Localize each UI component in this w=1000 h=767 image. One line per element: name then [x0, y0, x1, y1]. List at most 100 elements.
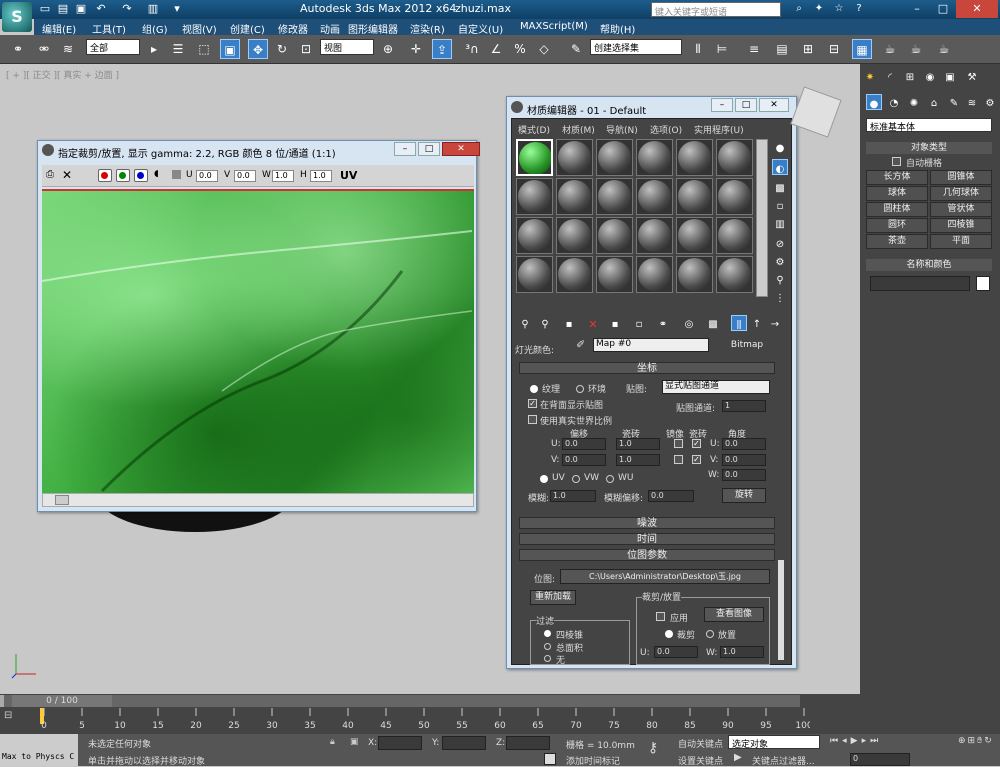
v-tile-checkbox[interactable]: ✓	[692, 455, 701, 464]
go-forward-sibling-icon[interactable]: →	[767, 315, 783, 331]
menu-create[interactable]: 创建(C)	[230, 21, 265, 36]
view-image-button[interactable]: 查看图像	[704, 607, 764, 622]
material-slot[interactable]	[716, 217, 753, 254]
motion-tab-icon[interactable]: ◉	[922, 68, 938, 84]
zoom-icon[interactable]: ⊕	[958, 736, 966, 766]
percent-snap-icon[interactable]: %	[510, 39, 530, 59]
u-tile-checkbox[interactable]: ✓	[692, 439, 701, 448]
select-by-name-icon[interactable]: ☰	[168, 39, 188, 59]
v-offset-spinner[interactable]: 0.0	[562, 454, 606, 466]
name-color-header[interactable]: 名称和颜色	[866, 259, 992, 271]
v-angle-spinner[interactable]: 0.0	[722, 454, 766, 466]
filter-pyramidal-radio[interactable]	[544, 630, 551, 637]
menu-customize[interactable]: 自定义(U)	[458, 21, 503, 36]
undo-icon[interactable]: ↶	[94, 2, 108, 16]
play-icon[interactable]: ▶	[851, 736, 858, 750]
save-icon[interactable]: ▣	[74, 2, 88, 16]
sample-type-icon[interactable]: ●	[772, 139, 788, 155]
menu-mode[interactable]: 模式(D)	[518, 123, 550, 136]
select-scale-icon[interactable]: ⊡	[296, 39, 316, 59]
binoculars-icon[interactable]: ⌕	[792, 2, 806, 16]
auto-key-button[interactable]: 自动关键点	[678, 737, 723, 750]
show-map-back-checkbox[interactable]: ✓	[528, 399, 537, 408]
menu-graph-editors[interactable]: 图形编辑器	[348, 21, 398, 36]
helpers-icon[interactable]: ✎	[946, 94, 962, 110]
zoom-all-icon[interactable]: ⊞	[968, 736, 976, 766]
backlight-icon[interactable]: ◐	[772, 159, 788, 175]
menu-edit[interactable]: 编辑(E)	[42, 21, 76, 36]
map-type-button[interactable]: Bitmap	[716, 338, 778, 352]
bitmap-params-rollout-header[interactable]: 位图参数	[519, 549, 775, 561]
x-coord-field[interactable]	[378, 736, 422, 750]
pan-icon[interactable]: ✋︎	[977, 736, 982, 766]
print-icon[interactable]: ⎙	[46, 169, 54, 180]
menu-utilities[interactable]: 实用程序(U)	[694, 123, 744, 136]
u-tiling-spinner[interactable]: 1.0	[616, 438, 660, 450]
texture-radio[interactable]	[530, 385, 538, 393]
pivot-center-icon[interactable]: ⊕	[378, 39, 398, 59]
sphere-button[interactable]: 球体	[866, 186, 928, 201]
z-coord-field[interactable]	[506, 736, 550, 750]
minimize-button[interactable]: –	[394, 142, 416, 156]
unlink-icon[interactable]: ⚮	[34, 39, 54, 59]
show-end-result-icon[interactable]: ⫼	[731, 315, 747, 331]
material-slot[interactable]	[676, 217, 713, 254]
menu-views[interactable]: 视图(V)	[182, 21, 217, 36]
box-button[interactable]: 长方体	[866, 170, 928, 185]
cone-button[interactable]: 圆锥体	[930, 170, 992, 185]
u-field[interactable]: 0.0	[196, 170, 218, 182]
options-icon[interactable]: ⚙	[772, 253, 788, 269]
set-key-filter-icon[interactable]: ▶	[734, 752, 742, 763]
window-crossing-icon[interactable]: ▣	[220, 39, 240, 59]
slot-scrollbar[interactable]	[756, 139, 768, 297]
wu-radio[interactable]	[606, 475, 614, 483]
crop-u-spinner[interactable]: 0.0	[654, 646, 698, 658]
teapot-button[interactable]: 茶壶	[866, 234, 928, 249]
blur-spinner[interactable]: 1.0	[550, 490, 596, 502]
open-file-icon[interactable]: ▤	[56, 2, 70, 16]
minimize-button[interactable]: –	[711, 98, 733, 112]
schematic-view-icon[interactable]: ⊟	[824, 39, 844, 59]
time-rollout-header[interactable]: 时间	[519, 533, 775, 545]
select-object-icon[interactable]: ▸	[144, 39, 164, 59]
noise-rollout-header[interactable]: 噪波	[519, 517, 775, 529]
bitmap-path-button[interactable]: C:\Users\Administrator\Desktop\玉.jpg	[560, 569, 770, 584]
put-to-library-icon[interactable]: ⚭	[655, 315, 671, 331]
material-slot[interactable]	[516, 256, 553, 293]
frame-counter[interactable]: 0 / 100	[12, 695, 112, 707]
project-folder-icon[interactable]: ▥	[146, 2, 160, 16]
curve-editor-icon[interactable]: ⊞	[798, 39, 818, 59]
previous-frame-icon[interactable]: ◂	[842, 736, 847, 750]
star-icon[interactable]: ☆	[832, 2, 846, 16]
close-button[interactable]: ✕	[956, 0, 998, 18]
clear-icon[interactable]: ✕	[62, 168, 72, 182]
torus-button[interactable]: 圆环	[866, 218, 928, 233]
make-unique-icon[interactable]: ▫	[631, 315, 647, 331]
minimize-button[interactable]: –	[904, 0, 930, 18]
time-tag-icon[interactable]	[544, 753, 556, 765]
mirror-icon[interactable]: ⫴	[688, 39, 708, 59]
pyramid-button[interactable]: 四棱锥	[930, 218, 992, 233]
select-by-material-icon[interactable]: ⚲	[772, 271, 788, 287]
material-slot[interactable]	[596, 139, 633, 176]
crop-w-spinner[interactable]: 1.0	[720, 646, 764, 658]
rollout-scrollbar[interactable]	[778, 560, 784, 660]
h-field[interactable]: 1.0	[310, 170, 332, 182]
primitive-type-dropdown[interactable]: 标准基本体	[866, 118, 992, 133]
systems-icon[interactable]: ⚙	[982, 94, 998, 110]
material-slot[interactable]	[556, 139, 593, 176]
blur-offset-spinner[interactable]: 0.0	[648, 490, 694, 502]
menu-maxscript[interactable]: MAXScript(M)	[520, 21, 588, 32]
apply-checkbox[interactable]	[656, 612, 665, 621]
maximize-button[interactable]: □	[930, 0, 956, 18]
go-to-start-icon[interactable]: ⏮	[830, 736, 838, 750]
make-copy-icon[interactable]: ▪	[607, 315, 623, 331]
add-time-tag[interactable]: 添加时间标记	[566, 754, 620, 767]
video-color-check-icon[interactable]: ▥	[772, 215, 788, 231]
reset-map-icon[interactable]: ✕	[585, 315, 601, 331]
mini-curve-editor-icon[interactable]: ⊟	[4, 710, 28, 724]
edit-named-selection-icon[interactable]: ✎	[566, 39, 586, 59]
material-slot[interactable]	[596, 256, 633, 293]
graphite-tools-icon[interactable]: ▤	[772, 39, 792, 59]
new-file-icon[interactable]: ▭	[38, 2, 52, 16]
